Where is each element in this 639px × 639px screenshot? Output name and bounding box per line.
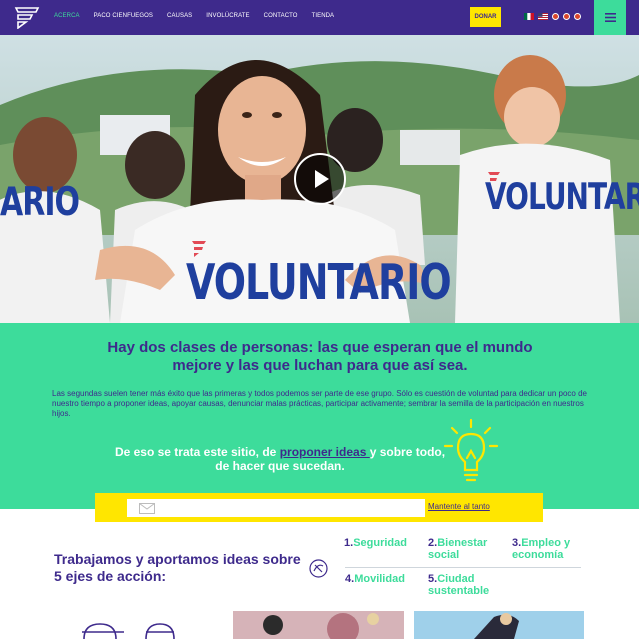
language-and-social — [524, 13, 581, 20]
nav-links: ACERCA PACO CIENFUEGOS CAUSAS INVOLÚCRAT… — [54, 13, 348, 19]
axis-label: Bienestar social — [428, 537, 488, 561]
axis-item-5[interactable]: 5.Ciudad sustentable — [428, 573, 513, 597]
nav-link-acerca[interactable]: ACERCA — [54, 13, 80, 19]
mail-icon — [139, 503, 155, 514]
shirt-text-main: VOLUNTARIO — [186, 253, 452, 311]
nav-link-causas[interactable]: CAUSAS — [167, 13, 192, 19]
nav-link-involucrate[interactable]: INVOLÚCRATE — [206, 13, 249, 19]
facebook-icon[interactable] — [552, 13, 559, 20]
mexico-flag-icon[interactable] — [524, 13, 534, 20]
intro-headline: Hay dos clases de personas: las que espe… — [107, 339, 533, 374]
subscribe-bar: Mantente al tanto — [95, 493, 543, 522]
hero-video: VOLUNTARIO ARIO VOLUNTARIO — [0, 35, 639, 323]
top-navigation: ACERCA PACO CIENFUEGOS CAUSAS INVOLÚCRAT… — [0, 0, 639, 35]
axis-number: 5. — [428, 573, 438, 585]
intro-section: Hay dos clases de personas: las que espe… — [0, 323, 639, 509]
intro-body: Las segundas suelen tener más éxito que … — [52, 389, 587, 418]
youtube-icon[interactable] — [574, 13, 581, 20]
axis-number: 1. — [344, 537, 354, 549]
card-photo-1 — [233, 611, 404, 639]
people-icon — [82, 623, 175, 639]
nav-link-tienda[interactable]: TIENDA — [312, 13, 335, 19]
axis-label: Movilidad — [354, 573, 405, 585]
play-video-button[interactable] — [294, 153, 346, 205]
axis-label: Ciudad sustentable — [428, 573, 490, 597]
card-photo-2 — [414, 611, 584, 639]
axis-label: Empleo y economía — [512, 537, 571, 561]
shirt-text-right: VOLUNTARIO — [485, 175, 639, 218]
nav-link-paco-cienfuegos[interactable]: PACO CIENFUEGOS — [94, 13, 153, 19]
cause-card-image-1[interactable] — [233, 611, 404, 639]
shirt-text-left: ARIO — [0, 179, 80, 226]
compass-icon — [309, 559, 328, 578]
cause-card-image-2[interactable] — [414, 611, 584, 639]
axis-number: 2. — [428, 537, 438, 549]
donate-button[interactable]: DONAR — [470, 7, 501, 27]
axis-item-3[interactable]: 3.Empleo y economía — [512, 537, 587, 561]
axes-title: Trabajamos y aportamos ideas sobre 5 eje… — [54, 551, 301, 584]
page: ACERCA PACO CIENFUEGOS CAUSAS INVOLÚCRAT… — [0, 0, 639, 639]
intro-tagline: De eso se trata este sitio, de proponer … — [110, 445, 450, 473]
axis-number: 4. — [345, 573, 355, 585]
axis-item-2[interactable]: 2.Bienestar social — [428, 537, 498, 561]
subscribe-link[interactable]: Mantente al tanto — [428, 502, 490, 511]
email-input[interactable] — [127, 499, 425, 517]
tagline-text-start: De eso se trata este sitio, de — [114, 445, 280, 459]
usa-flag-icon[interactable] — [538, 13, 548, 20]
axis-number: 3. — [512, 537, 522, 549]
twitter-icon[interactable] — [563, 13, 570, 20]
axes-divider — [345, 567, 581, 568]
axis-item-4[interactable]: 4.Movilidad — [345, 573, 405, 585]
play-icon — [315, 170, 329, 188]
axis-label: Seguridad — [353, 537, 407, 549]
hamburger-menu-icon — [604, 13, 616, 22]
menu-button[interactable] — [594, 0, 626, 35]
lightbulb-icon — [443, 418, 499, 482]
axis-item-1[interactable]: 1.Seguridad — [344, 537, 407, 549]
nav-link-contacto[interactable]: CONTACTO — [264, 13, 298, 19]
proponer-ideas-link[interactable]: proponer ideas — [280, 445, 370, 459]
logo-icon[interactable] — [14, 5, 40, 29]
